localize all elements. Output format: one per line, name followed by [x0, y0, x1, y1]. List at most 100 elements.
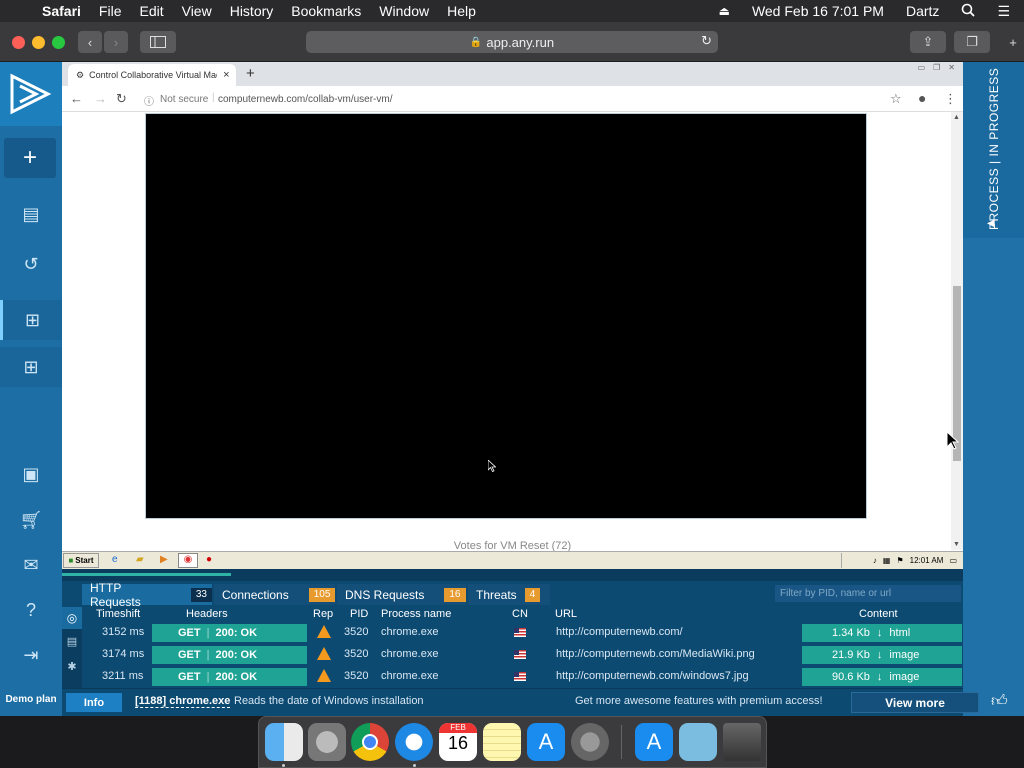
content-pill[interactable]: 90.6 Kb ↓ image: [802, 668, 962, 686]
share-button[interactable]: ⇪: [910, 31, 946, 53]
notification-list-icon[interactable]: ☰: [997, 3, 1010, 20]
spotlight-search-icon[interactable]: [961, 3, 976, 20]
menu-app-safari[interactable]: Safari: [42, 3, 81, 19]
tabs-overview-button[interactable]: ❐: [954, 31, 990, 53]
col-content[interactable]: Content: [859, 608, 898, 620]
content-pill[interactable]: 21.9 Kb ↓ image: [802, 646, 962, 664]
cart-icon[interactable]: 🛒︎: [0, 500, 62, 540]
thumbs-up-icon[interactable]: 👍︎: [991, 692, 1008, 711]
folder-icon[interactable]: ▰: [136, 554, 144, 565]
tray-network-icon[interactable]: ▦: [883, 556, 891, 565]
tab-http-requests[interactable]: HTTP Requests 33: [82, 581, 212, 609]
chrome-tab[interactable]: ⚙ Control Collaborative Virtual Machine …: [68, 64, 236, 86]
app-store-icon[interactable]: A: [527, 723, 565, 761]
mail-icon[interactable]: ✉: [0, 545, 62, 585]
menu-bookmarks[interactable]: Bookmarks: [291, 3, 361, 19]
view-more-button[interactable]: View more: [851, 692, 979, 713]
vm-screen[interactable]: [145, 113, 867, 519]
restore-icon[interactable]: ❐: [933, 63, 940, 72]
launchpad-icon[interactable]: [308, 723, 346, 761]
vm-start-button[interactable]: ■ Start: [63, 553, 99, 568]
menubar-user[interactable]: Dartz: [906, 3, 939, 19]
info-button[interactable]: Info: [66, 693, 122, 712]
star-icon[interactable]: ☆: [890, 91, 902, 107]
menu-history[interactable]: History: [230, 3, 274, 19]
menubar-datetime[interactable]: Wed Feb 16 7:01 PM: [752, 3, 884, 19]
address-bar[interactable]: 🔒 app.any.run ↻: [306, 31, 718, 53]
minimize-icon[interactable]: ▭: [918, 63, 926, 72]
notes-icon[interactable]: [483, 723, 521, 761]
page-scrollbar[interactable]: ▲ ▼: [951, 112, 963, 550]
close-window-button[interactable]: [12, 36, 25, 49]
stop-icon[interactable]: ●: [206, 554, 212, 565]
scroll-down-icon[interactable]: ▼: [953, 541, 960, 548]
menu-view[interactable]: View: [182, 3, 212, 19]
back-button[interactable]: ‹: [78, 31, 102, 53]
chrome-icon[interactable]: [351, 723, 389, 761]
file-icon[interactable]: ▤: [62, 632, 82, 652]
menu-kebab-icon[interactable]: ⋮: [944, 91, 957, 107]
profile-icon[interactable]: ▣: [0, 454, 62, 494]
new-tab-icon[interactable]: +: [246, 65, 255, 82]
finder-icon[interactable]: [265, 723, 303, 761]
close-icon[interactable]: ✕: [948, 63, 955, 72]
headers-pill[interactable]: GET | 200: OK: [152, 668, 307, 686]
col-timeshift[interactable]: Timeshift: [96, 608, 140, 620]
col-headers[interactable]: Headers: [186, 608, 228, 620]
col-url[interactable]: URL: [555, 608, 577, 620]
table-row[interactable]: 3152 ms GET | 200: OK 3520 chrome.exe http…: [82, 622, 963, 644]
tray-icon[interactable]: ♪: [873, 556, 877, 565]
system-preferences-icon[interactable]: [571, 723, 609, 761]
windows-task-2-icon[interactable]: ⊞: [0, 347, 62, 387]
table-row[interactable]: 3174 ms GET | 200: OK 3520 chrome.exe http…: [82, 644, 963, 666]
forward-button[interactable]: ›: [104, 31, 128, 53]
chrome-taskbar-icon[interactable]: ◉: [178, 553, 198, 568]
tab-connections[interactable]: Connections 105: [214, 584, 336, 605]
forward-arrow-icon[interactable]: →: [94, 91, 107, 106]
info-icon[interactable]: ⓘ: [144, 93, 154, 108]
calendar-icon[interactable]: FEB 16: [439, 723, 477, 761]
new-tab-button[interactable]: +: [1002, 31, 1024, 53]
help-icon[interactable]: ?: [0, 590, 62, 630]
back-arrow-icon[interactable]: ←: [70, 91, 83, 106]
tray-display-icon[interactable]: ▭: [949, 556, 957, 565]
bug-icon[interactable]: ✱: [62, 657, 82, 677]
menu-file[interactable]: File: [99, 3, 122, 19]
col-process-name[interactable]: Process name: [381, 608, 451, 620]
history-icon[interactable]: ↺: [0, 244, 62, 284]
zoom-window-button[interactable]: [52, 36, 65, 49]
headers-pill[interactable]: GET | 200: OK: [152, 624, 307, 642]
scroll-up-icon[interactable]: ▲: [953, 114, 960, 121]
safari-icon[interactable]: [395, 723, 433, 761]
windows-task-icon[interactable]: ⊞: [0, 300, 62, 340]
anyrun-logo[interactable]: [0, 62, 62, 126]
ie-icon[interactable]: e: [112, 554, 118, 565]
menu-window[interactable]: Window: [379, 3, 429, 19]
content-pill[interactable]: 1.34 Kb ↓ html: [802, 624, 962, 642]
tab-dns-requests[interactable]: DNS Requests 16: [337, 584, 466, 605]
tray-flag-icon[interactable]: ⚑: [896, 556, 903, 565]
menu-help[interactable]: Help: [447, 3, 476, 19]
downloads-folder-icon[interactable]: [679, 723, 717, 761]
close-tab-icon[interactable]: ×: [223, 69, 229, 81]
app-store-folder-icon[interactable]: A: [635, 723, 673, 761]
trash-icon[interactable]: [723, 723, 761, 761]
logout-icon[interactable]: ⇥: [0, 635, 62, 675]
account-icon[interactable]: ●: [918, 90, 926, 106]
media-icon[interactable]: ▶: [160, 554, 168, 565]
col-cn[interactable]: CN: [512, 608, 528, 620]
sidebar-toggle-button[interactable]: [140, 31, 176, 53]
reload-icon[interactable]: ↻: [701, 33, 712, 49]
eject-icon[interactable]: ⏏: [719, 4, 730, 18]
info-process-tag[interactable]: [1188] chrome.exe: [135, 695, 231, 708]
process-status-text[interactable]: PROCESS | IN PROGRESS: [987, 68, 1001, 230]
table-row[interactable]: 3211 ms GET | 200: OK 3520 chrome.exe http…: [82, 666, 963, 686]
filter-input[interactable]: Filter by PID, name or url: [775, 585, 961, 602]
headers-pill[interactable]: GET | 200: OK: [152, 646, 307, 664]
new-task-button[interactable]: +: [4, 138, 56, 178]
col-pid[interactable]: PID: [350, 608, 368, 620]
reports-icon[interactable]: ▤: [0, 194, 62, 234]
col-rep[interactable]: Rep: [313, 608, 333, 620]
chrome-url[interactable]: computernewb.com/collab-vm/user-vm/: [218, 94, 393, 105]
menu-edit[interactable]: Edit: [139, 3, 163, 19]
